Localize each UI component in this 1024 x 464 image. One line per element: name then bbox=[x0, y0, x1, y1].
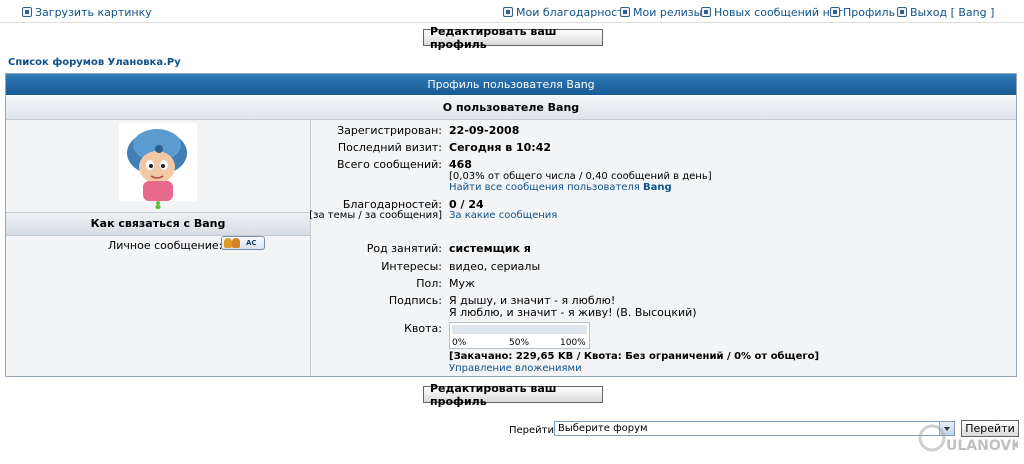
gender-label: Пол: bbox=[416, 277, 442, 290]
forum-select[interactable]: Выберите форум bbox=[554, 421, 955, 436]
registered-value: 22-09-2008 bbox=[449, 124, 520, 137]
interests-label: Интересы: bbox=[381, 260, 442, 273]
posts-stats: [0,03% от общего числа / 0,40 сообщений … bbox=[449, 171, 712, 182]
releases-icon bbox=[620, 7, 630, 17]
quota-tick-100: 100% bbox=[560, 338, 586, 348]
attachments-link[interactable]: Управление вложениями bbox=[449, 363, 582, 374]
profile-link[interactable]: Профиль bbox=[830, 5, 895, 19]
left-column: Как связаться с Bang Личное сообщение: A… bbox=[6, 120, 311, 376]
occupation-label: Род занятий: bbox=[366, 242, 442, 255]
last-visit-label: Последний визит: bbox=[337, 141, 442, 154]
profile-details: Зарегистрирован: 22-09-2008 Последний ви… bbox=[309, 120, 1016, 376]
thanks-sublabel: [за темы / за сообщения] bbox=[309, 210, 442, 221]
contact-heading: Как связаться с Bang bbox=[6, 212, 310, 236]
jump-label: Перейти: bbox=[509, 425, 558, 436]
signature-line-2: Я люблю, и значит - я живу! (В. Высоцкий… bbox=[449, 306, 697, 319]
logout-icon bbox=[897, 7, 907, 17]
svg-text:ULANOVKA: ULANOVKA bbox=[946, 438, 1018, 454]
my-thanks-link[interactable]: Мои благодарности bbox=[503, 5, 631, 19]
last-visit-value: Сегодня в 10:42 bbox=[449, 141, 552, 154]
watermark-logo: ULANOVKA bbox=[918, 420, 1024, 456]
upload-image-link[interactable]: Загрузить картинку bbox=[22, 5, 152, 19]
image-icon bbox=[22, 7, 32, 17]
quota-label: Квота: bbox=[404, 322, 442, 335]
posts-value: 468 bbox=[449, 158, 472, 171]
edit-profile-button-top[interactable]: Редактировать ваш профиль bbox=[423, 25, 603, 51]
new-messages-link[interactable]: Новых сообщений нет bbox=[701, 5, 843, 19]
quota-tick-50: 50% bbox=[509, 338, 530, 348]
about-heading: О пользователе Bang bbox=[6, 96, 1016, 120]
thanks-icon bbox=[503, 7, 513, 17]
pm-label: Личное сообщение: bbox=[108, 239, 223, 252]
quota-meter: 0% 50% 100% bbox=[449, 322, 590, 349]
signature-label: Подпись: bbox=[388, 294, 442, 307]
panel-title: Профиль пользователя Bang bbox=[6, 74, 1016, 95]
thanks-link[interactable]: За какие сообщения bbox=[449, 210, 557, 221]
profile-icon bbox=[830, 7, 840, 17]
registered-label: Зарегистрирован: bbox=[337, 124, 442, 137]
occupation-value: системщик я bbox=[449, 242, 531, 255]
avatar bbox=[119, 123, 197, 201]
gender-value: Муж bbox=[449, 277, 475, 290]
quota-info: [Закачано: 229,65 KB / Квота: Без ограни… bbox=[449, 351, 820, 362]
forum-list-link[interactable]: Список форумов Улановка.Ру bbox=[8, 57, 181, 68]
logout-link[interactable]: Выход [ Bang ] bbox=[897, 5, 994, 19]
edit-profile-button-bottom[interactable]: Редактировать ваш профиль bbox=[423, 382, 603, 408]
quota-tick-0: 0% bbox=[452, 338, 467, 348]
posts-label: Всего сообщений: bbox=[337, 158, 442, 171]
interests-value: видео, сериалы bbox=[449, 260, 541, 273]
online-status-icon bbox=[155, 201, 161, 209]
users-icon bbox=[224, 238, 242, 248]
message-icon bbox=[701, 7, 711, 17]
quota-bar bbox=[452, 325, 587, 334]
top-nav: Загрузить картинку Мои благодарности Мои… bbox=[0, 0, 1024, 23]
find-posts-link[interactable]: Найти все сообщения пользователя Bang bbox=[449, 182, 672, 193]
profile-panel: Профиль пользователя Bang О пользователе… bbox=[5, 73, 1017, 377]
private-message-button[interactable]: AC bbox=[221, 236, 265, 250]
my-releases-link[interactable]: Мои релизы bbox=[620, 5, 702, 19]
